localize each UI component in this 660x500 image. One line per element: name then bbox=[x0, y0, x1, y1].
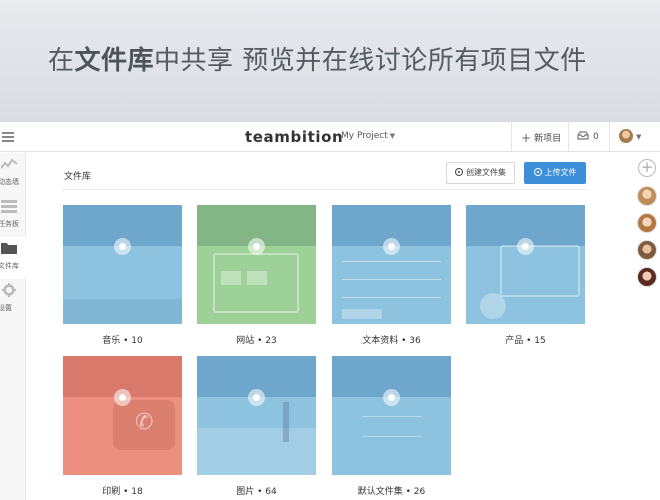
plus-icon: + bbox=[521, 131, 532, 145]
user-avatar[interactable] bbox=[619, 129, 633, 143]
inbox-icon bbox=[577, 131, 589, 140]
folder-card-music[interactable] bbox=[63, 205, 182, 324]
inbox-button[interactable]: 0 bbox=[577, 131, 599, 142]
banner-headline: 在文件库中共享 预览并在线讨论所有项目文件 bbox=[48, 40, 587, 77]
sidebar-item-activity[interactable]: 动态墙 bbox=[0, 153, 26, 195]
plus-icon: + bbox=[640, 158, 654, 176]
sidebar-item-label: 文件库 bbox=[0, 262, 19, 270]
member-avatar[interactable] bbox=[637, 240, 657, 260]
folder-card-documents[interactable] bbox=[332, 205, 451, 324]
phone-icon: ✆ bbox=[135, 410, 154, 435]
create-folder-button[interactable]: 创建文件集 bbox=[446, 162, 515, 184]
sidebar-item-settings[interactable]: 设置 bbox=[0, 279, 26, 321]
folder-preview-icon bbox=[248, 238, 265, 255]
sidebar-item-label: 设置 bbox=[0, 304, 12, 312]
folder-card-images[interactable] bbox=[197, 356, 316, 475]
folder-preview-icon bbox=[248, 389, 265, 406]
divider bbox=[511, 122, 512, 152]
inbox-count: 0 bbox=[593, 132, 599, 142]
member-avatar[interactable] bbox=[637, 213, 657, 233]
folder-preview-icon bbox=[114, 238, 131, 255]
sidebar-item-library[interactable]: 文件库 bbox=[0, 237, 26, 279]
folder-icon bbox=[1, 243, 17, 254]
folder-label[interactable]: 文本资料 • 36 bbox=[332, 333, 451, 346]
folder-preview-icon bbox=[114, 389, 131, 406]
project-name: My Project bbox=[341, 131, 388, 141]
folder-label[interactable]: 图片 • 64 bbox=[197, 484, 316, 497]
new-project-label: 新项目 bbox=[534, 134, 562, 144]
member-avatar[interactable] bbox=[637, 267, 657, 287]
circle-icon bbox=[455, 168, 463, 176]
folder-label[interactable]: 产品 • 15 bbox=[466, 333, 585, 346]
folder-card-products[interactable] bbox=[466, 205, 585, 324]
upload-file-button[interactable]: 上传文件 bbox=[524, 162, 586, 184]
chevron-down-icon: ▼ bbox=[389, 132, 396, 140]
sidebar-item-label: 动态墙 bbox=[0, 178, 19, 186]
divider bbox=[609, 122, 610, 152]
member-avatar[interactable] bbox=[637, 186, 657, 206]
folder-card-default[interactable] bbox=[332, 356, 451, 475]
folder-label[interactable]: 音乐 • 10 bbox=[63, 333, 182, 346]
banner-text-bold: 文件库 bbox=[74, 46, 155, 76]
folder-label[interactable]: 网站 • 23 bbox=[197, 333, 316, 346]
promo-banner: 在文件库中共享 预览并在线讨论所有项目文件 bbox=[0, 0, 660, 122]
activity-icon bbox=[1, 158, 17, 169]
app-window: teambition My Project ▼ + 新项目 0 ▼ 动态墙 任务板 … bbox=[0, 122, 660, 500]
divider bbox=[62, 189, 588, 190]
menu-icon[interactable] bbox=[2, 132, 14, 142]
new-project-button[interactable]: + 新项目 bbox=[521, 131, 561, 145]
upload-label: 上传文件 bbox=[544, 168, 577, 177]
banner-text-pre: 在 bbox=[48, 46, 75, 76]
folder-card-print[interactable]: ✆ bbox=[63, 356, 182, 475]
top-bar: teambition My Project ▼ + 新项目 0 ▼ bbox=[0, 122, 660, 152]
sidebar: 动态墙 任务板 文件库 设置 bbox=[0, 153, 26, 500]
members-rail: + bbox=[636, 153, 660, 500]
folder-label[interactable]: 默认文件集 • 26 bbox=[332, 484, 451, 497]
project-switcher[interactable]: My Project ▼ bbox=[341, 131, 395, 141]
folder-preview-icon bbox=[383, 389, 400, 406]
divider bbox=[568, 122, 569, 152]
create-folder-label: 创建文件集 bbox=[466, 168, 506, 177]
folder-preview-icon bbox=[517, 238, 534, 255]
page-title: 文件库 bbox=[64, 172, 92, 182]
folder-preview-icon bbox=[383, 238, 400, 255]
sidebar-item-tasks[interactable]: 任务板 bbox=[0, 195, 26, 237]
gear-icon bbox=[1, 283, 16, 297]
task-board-icon bbox=[1, 200, 17, 213]
upload-icon bbox=[533, 168, 542, 176]
add-member-button[interactable]: + bbox=[638, 159, 656, 177]
banner-text-post: 中共享 预览并在线讨论所有项目文件 bbox=[154, 46, 587, 76]
sidebar-item-label: 任务板 bbox=[0, 220, 19, 228]
folder-card-website[interactable] bbox=[197, 205, 316, 324]
chevron-down-icon[interactable]: ▼ bbox=[636, 133, 641, 141]
folder-label[interactable]: 印刷 • 18 bbox=[63, 484, 182, 497]
file-library: 文件库 创建文件集 上传文件 音乐 • 10 网站 • 23 文本资料 • 36… bbox=[48, 153, 603, 500]
brand-logo[interactable]: teambition bbox=[245, 128, 343, 146]
